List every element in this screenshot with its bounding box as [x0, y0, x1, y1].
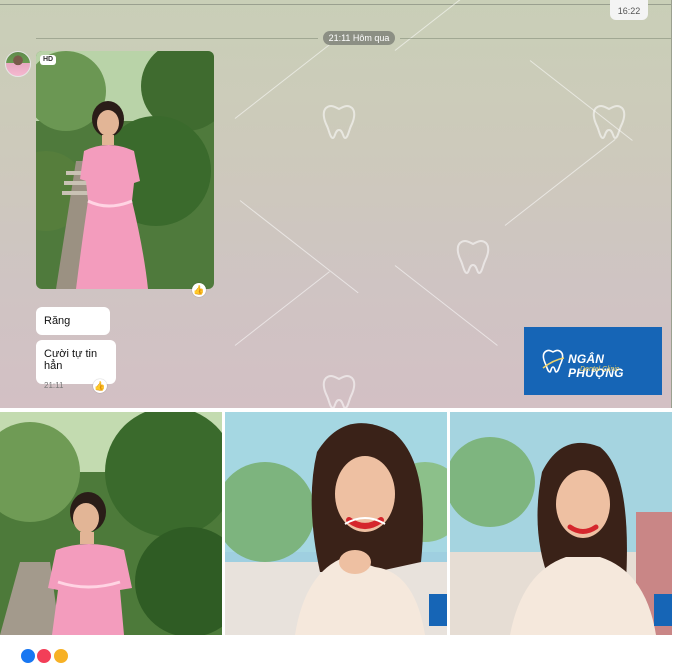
avatar[interactable]	[5, 51, 31, 77]
thumbs-up-icon[interactable]: 👍	[192, 283, 206, 297]
tooth-watermark-icon	[586, 100, 632, 146]
photo-message[interactable]	[36, 51, 214, 289]
photo-content	[450, 412, 672, 635]
watermark-line	[394, 0, 506, 51]
chat-panel: 16:22 21:11 Hôm qua HD 👍 Răng Cười tự ti…	[0, 0, 672, 408]
top-divider	[0, 4, 672, 5]
logo-corner-tag	[429, 594, 447, 626]
message-bubble[interactable]: Răng xinhhhh	[36, 307, 110, 355]
photo-content	[36, 51, 214, 289]
photo-content	[225, 412, 447, 635]
photo-content	[0, 412, 222, 635]
watermark-line	[239, 200, 359, 294]
date-separator: 21:11 Hôm qua	[323, 31, 395, 45]
clinic-logo: NGÂN PHƯỢNG Dental Clinic	[524, 327, 662, 395]
gallery-photo[interactable]	[225, 412, 447, 635]
logo-corner-tag	[654, 594, 672, 626]
tooth-watermark-icon	[316, 100, 362, 146]
separator-line	[36, 38, 318, 39]
tooth-watermark-icon	[316, 370, 362, 408]
haha-reaction-icon	[52, 648, 69, 664]
clinic-subtitle: Dental Clinic	[580, 366, 620, 373]
separator-line	[400, 38, 672, 39]
like-reaction-icon	[20, 648, 36, 664]
love-reaction-icon	[36, 648, 53, 664]
gallery-photo[interactable]	[0, 412, 222, 635]
reaction-icons[interactable]	[20, 648, 69, 669]
watermark-line	[504, 138, 616, 226]
gallery-photo[interactable]	[450, 412, 672, 635]
message-text: Cười tự tin hẳn	[44, 348, 98, 372]
tooth-watermark-icon	[450, 235, 496, 281]
message-bubble[interactable]: Cười tự tin hẳn 21:11	[36, 340, 116, 390]
watermark-line	[234, 271, 330, 346]
tooth-logo-icon	[542, 349, 565, 373]
thumbs-up-icon[interactable]: 👍	[93, 379, 107, 393]
previous-message-time: 16:22	[610, 0, 648, 20]
hd-badge: HD	[40, 55, 57, 65]
